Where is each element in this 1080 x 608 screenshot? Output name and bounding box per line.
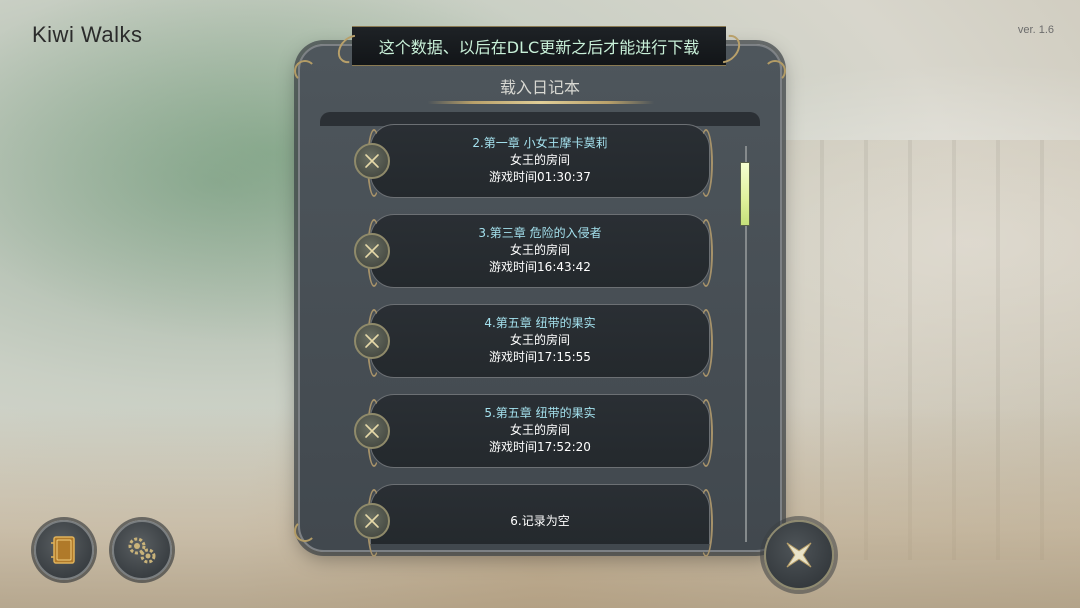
star-close-icon <box>786 542 812 568</box>
slot-location: 女王的房间 <box>509 243 570 257</box>
x-icon <box>365 334 379 348</box>
slot-chapter: 5.第五章 纽带的果实 <box>484 406 596 420</box>
panel-title: 载入日记本 <box>499 78 580 97</box>
book-icon <box>51 536 75 564</box>
save-slot[interactable]: 5.第五章 纽带的果实 女王的房间 游戏时间17:52:20 <box>367 394 713 468</box>
slot-location: 女王的房间 <box>509 333 570 347</box>
delete-slot-button[interactable] <box>354 413 390 449</box>
delete-slot-button[interactable] <box>354 503 390 539</box>
save-slot[interactable]: 3.第三章 危险的入侵者 女王的房间 游戏时间16:43:42 <box>367 214 713 288</box>
x-icon <box>365 154 379 168</box>
save-slot[interactable]: 4.第五章 纽带的果实 女王的房间 游戏时间17:15:55 <box>367 304 713 378</box>
diary-button[interactable] <box>34 520 94 580</box>
notice-banner: 这个数据、以后在DLC更新之后才能进行下载 <box>352 26 726 66</box>
load-diary-panel: 载入日记本 2.第一章 小女王摩卡莫莉 女王的房间 游戏时间01:30:37 3… <box>294 44 786 557</box>
gears-icon <box>128 537 156 564</box>
save-slot-empty[interactable]: 6.记录为空 <box>367 484 713 557</box>
slot-playtime: 游戏时间17:15:55 <box>489 350 591 364</box>
slot-chapter: 3.第三章 危险的入侵者 <box>478 226 602 240</box>
ornament-corner <box>294 520 316 542</box>
close-button[interactable] <box>764 520 834 590</box>
title-divider <box>428 101 654 104</box>
scrollbar-thumb[interactable] <box>740 162 750 226</box>
slot-playtime: 游戏时间16:43:42 <box>489 260 591 274</box>
slot-empty-label: 6.记录为空 <box>510 514 570 528</box>
slot-playtime: 游戏时间17:52:20 <box>489 440 591 454</box>
delete-slot-button[interactable] <box>354 233 390 269</box>
x-icon <box>365 244 379 258</box>
slot-playtime: 游戏时间01:30:37 <box>489 170 591 184</box>
slot-location: 女王的房间 <box>509 153 570 167</box>
slot-location: 女王的房间 <box>509 423 570 437</box>
delete-slot-button[interactable] <box>354 323 390 359</box>
x-icon <box>365 514 379 528</box>
slot-chapter: 4.第五章 纽带的果实 <box>484 316 596 330</box>
settings-button[interactable] <box>112 520 172 580</box>
delete-slot-button[interactable] <box>354 143 390 179</box>
x-icon <box>365 424 379 438</box>
brand-logo: Kiwi Walks <box>32 22 143 47</box>
save-slot[interactable]: 2.第一章 小女王摩卡莫莉 女王的房间 游戏时间01:30:37 <box>367 124 713 198</box>
slot-chapter: 2.第一章 小女王摩卡莫莉 <box>472 136 608 150</box>
version-label: ver. 1.6 <box>1017 24 1054 36</box>
